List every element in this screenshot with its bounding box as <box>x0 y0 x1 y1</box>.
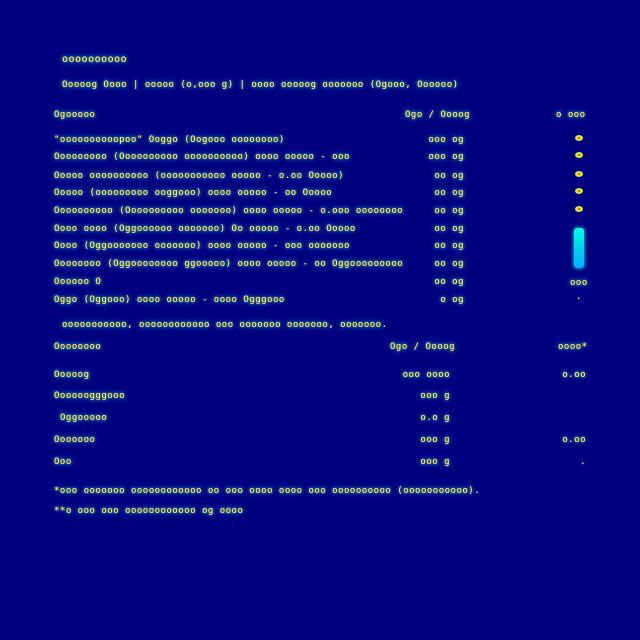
document-subtitle: Ooooog Oooo | ooooo (o,ooo g) | oooo ooo… <box>62 80 459 90</box>
dv-value: ooo <box>570 278 588 288</box>
section1-row-name: Oooooo O <box>54 277 102 287</box>
section2-row-amount: ooo g <box>420 391 450 401</box>
section1-row-amount: oo og <box>434 206 464 216</box>
dv-indicator <box>575 188 583 194</box>
section2-row-amount: ooo g <box>420 457 450 467</box>
dv-indicator <box>575 206 583 212</box>
section2-row-amount: o.o g <box>420 413 450 423</box>
section1-row-name: Ooooooooo (Oooooooooo oooooooooo) oooo o… <box>54 152 350 162</box>
section1-row-name: Oooo oooo (Oggoooooo ooooooo) Oo ooooo -… <box>54 224 356 234</box>
section1-row-amount: ooo og <box>428 152 464 162</box>
section2-header-dv: oooo* <box>558 342 588 352</box>
dv-value: . <box>576 292 582 302</box>
section1-note: ooooooooooo, oooooooooooo ooo ooooooo oo… <box>62 320 388 330</box>
dv-bar <box>574 228 584 268</box>
document-title: oooooooooo <box>62 54 128 65</box>
section1-row-amount: oo og <box>434 171 464 181</box>
section2-row-dv: . <box>580 457 586 467</box>
section2-row-name: Ooo <box>54 457 72 467</box>
section2-row-dv: o.oo <box>562 370 586 380</box>
dv-indicator <box>575 171 583 177</box>
section1-row-amount: oo og <box>434 277 464 287</box>
section1-row-name: Oooooooo (Oggoooooooo ggooooo) oooo oooo… <box>54 259 404 269</box>
section1-row-name: Ooooo oooooooooo (ooooooooooo ooooo - o.… <box>54 171 345 181</box>
section2-row-name: Ooooooo <box>54 435 96 445</box>
section2-header-amount: Ogo / Oooog <box>390 342 456 352</box>
section1-header-dv: o ooo <box>556 110 586 120</box>
section1-row-amount: oo og <box>434 259 464 269</box>
footnote-2: **o ooo ooo oooooooooooo og oooo <box>54 506 244 516</box>
dv-indicator <box>575 135 583 141</box>
section1-row-amount: ooo og <box>428 135 464 145</box>
section2-row-name: Ooooog <box>54 370 90 380</box>
section1-row-name: "oooooooooopoo" Ooggo (Oogooo oooooooo) <box>54 135 285 145</box>
dv-indicator <box>575 152 583 158</box>
section1-header-item: Ogooooo <box>54 110 96 120</box>
section1-row-amount: oo og <box>434 241 464 251</box>
footnote-1: *ooo ooooooo oooooooooooo oo ooo oooo oo… <box>54 486 481 496</box>
section2-row-name: Oggooooo <box>60 413 108 423</box>
section1-row-name: Ooooo (ooooooooo ooggooo) oooo ooooo - o… <box>54 188 333 198</box>
section2-row-amount: ooo oooo <box>402 370 450 380</box>
section1-row-name: Oooo (Oggooooooo ooooooo) oooo ooooo - o… <box>54 241 350 251</box>
section1-row-name: Oggo (Oggooo) oooo ooooo - oooo Ogggooo <box>54 295 285 305</box>
section2-row-amount: ooo g <box>420 435 450 445</box>
section1-header-amount: Ogo / Oooog <box>405 110 471 120</box>
section2-header-item: Oooooooo <box>54 342 102 352</box>
section1-row-amount: o og <box>440 295 464 305</box>
section1-row-amount: oo og <box>434 188 464 198</box>
section2-row-dv: o.oo <box>562 435 586 445</box>
section1-row-amount: oo og <box>434 224 464 234</box>
section2-row-name: Oooooogggooo <box>54 391 126 401</box>
section1-row-name: Oooooooooo (Oooooooooo ooooooo) oooo ooo… <box>54 206 404 216</box>
